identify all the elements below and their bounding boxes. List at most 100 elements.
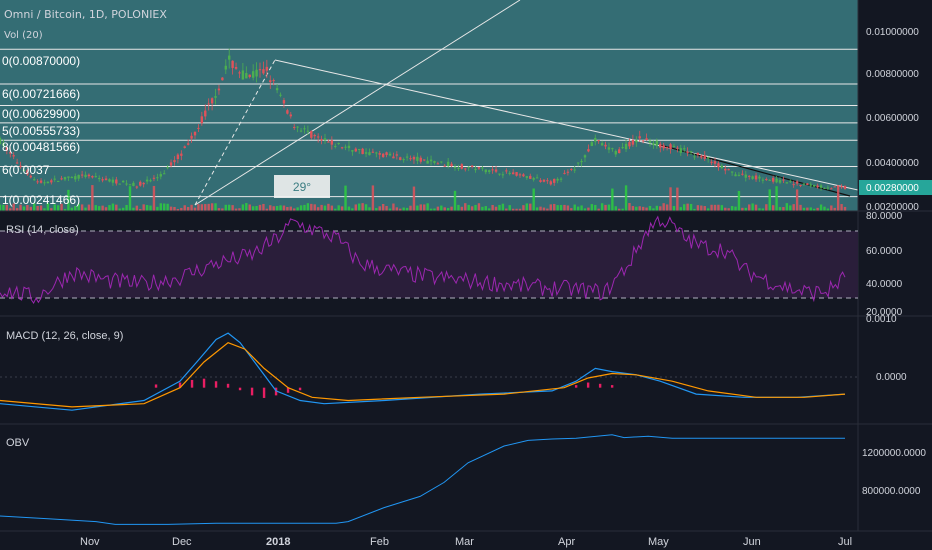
chart-title[interactable]: Omni / Bitcoin, 1D, POLONIEX [4, 8, 167, 21]
candle-up [279, 94, 282, 96]
volume-bar [368, 207, 371, 211]
candle-down [700, 155, 703, 158]
macd-label[interactable]: MACD (12, 26, close, 9) [6, 330, 123, 342]
macd-axis[interactable]: 0.0010 0.0000 [866, 314, 907, 383]
volume-bar [689, 203, 693, 211]
candle-up [481, 167, 484, 169]
candle-down [570, 168, 573, 170]
volume-bar [474, 204, 477, 211]
volume-bar [272, 206, 275, 211]
candle-down [142, 182, 145, 185]
time-tick-apr: Apr [558, 536, 575, 548]
candle-down [272, 80, 275, 82]
candle-up [214, 96, 217, 98]
volume-bar [806, 207, 809, 211]
price-tick-0: 0.01000000 [866, 27, 919, 38]
obv-axis[interactable]: 1200000.0000 800000.0000 [862, 448, 926, 497]
volume-bar [200, 204, 204, 211]
time-tick-dec: Dec [172, 536, 192, 548]
volume-bar [340, 206, 344, 211]
volume-bar [635, 206, 638, 211]
candle-down [412, 156, 416, 160]
candle-up [607, 147, 611, 150]
volume-bar [412, 186, 416, 211]
candle-down [221, 77, 224, 81]
volume-bar [580, 205, 583, 211]
volume-bar [464, 203, 467, 211]
candle-up [819, 185, 823, 188]
volume-bar [337, 205, 340, 211]
volume-bar [115, 204, 118, 211]
candle-up [532, 178, 535, 180]
volume-bar [327, 203, 330, 211]
volume-bar [532, 188, 535, 211]
rsi-label[interactable]: RSI (14, close) [6, 224, 79, 236]
candle-up [813, 184, 816, 187]
obv-tick-0: 1200000.0000 [862, 448, 926, 459]
candle-up [306, 130, 310, 132]
candle-down [494, 169, 498, 172]
rsi-axis[interactable]: 80.0000 60.0000 40.0000 20.0000 [866, 211, 903, 318]
candle-up [405, 156, 409, 158]
trading-chart[interactable]: 29° 0(0.00870000) 6(0.00721666) 0(0.0062… [0, 0, 932, 550]
macd-histogram-bar [226, 383, 230, 388]
candle-down [833, 186, 836, 188]
candle-down [50, 180, 53, 183]
candle-up [761, 179, 765, 181]
volume-bar [443, 207, 446, 211]
candle-down [795, 181, 799, 184]
volume-bar [323, 205, 327, 211]
candle-down [659, 143, 662, 148]
volume-bar [29, 206, 32, 211]
volume-bar [91, 185, 94, 211]
candle-up [429, 159, 433, 162]
candle-up [655, 140, 659, 146]
volume-bar [529, 203, 532, 211]
macd-histogram-bar [214, 381, 218, 388]
candle-up [614, 150, 617, 155]
volume-bar [600, 203, 604, 211]
candle-up [737, 174, 741, 176]
candle-down [409, 158, 412, 160]
candle-down [176, 154, 180, 160]
candle-up [149, 180, 152, 182]
volume-bar [614, 206, 617, 211]
candle-up [323, 138, 327, 141]
volume-bar [641, 206, 645, 211]
time-tick-jul: Jul [838, 536, 852, 548]
candle-up [600, 143, 604, 146]
macd-tick-1: 0.0000 [876, 372, 907, 383]
obv-label[interactable]: OBV [6, 437, 30, 449]
price-axis[interactable]: 0.01000000 0.00800000 0.00600000 0.00400… [859, 27, 932, 213]
volume-bar [251, 206, 255, 211]
time-axis[interactable]: Nov Dec 2018 Feb Mar Apr May Jun Jul [80, 536, 852, 548]
candle-up [255, 69, 258, 77]
volume-bar [344, 185, 347, 211]
candle-up [368, 152, 371, 156]
volume-bar [183, 205, 186, 211]
candle-up [689, 151, 693, 153]
volume-bar [282, 205, 286, 211]
volume-bar [576, 206, 580, 211]
volume-bar [703, 206, 706, 211]
volume-label[interactable]: Vol (20) [4, 30, 43, 41]
volume-bar [193, 207, 197, 211]
volume-bar [214, 203, 217, 211]
fib-label-6: 1(0.00241466) [2, 193, 80, 207]
candle-up [734, 174, 737, 177]
candle-up [744, 174, 747, 178]
candle-down [515, 172, 518, 176]
volume-bar [197, 204, 200, 211]
volume-bar [163, 203, 166, 211]
volume-bar [665, 204, 669, 211]
candle-up [730, 171, 734, 173]
volume-bar [782, 207, 785, 211]
volume-bar [104, 207, 108, 211]
volume-bar [224, 204, 227, 211]
candle-up [556, 178, 559, 181]
candle-down [395, 154, 399, 156]
candle-up [621, 147, 624, 149]
candle-down [12, 155, 15, 157]
candle-up [63, 177, 67, 180]
volume-bar [392, 203, 395, 211]
